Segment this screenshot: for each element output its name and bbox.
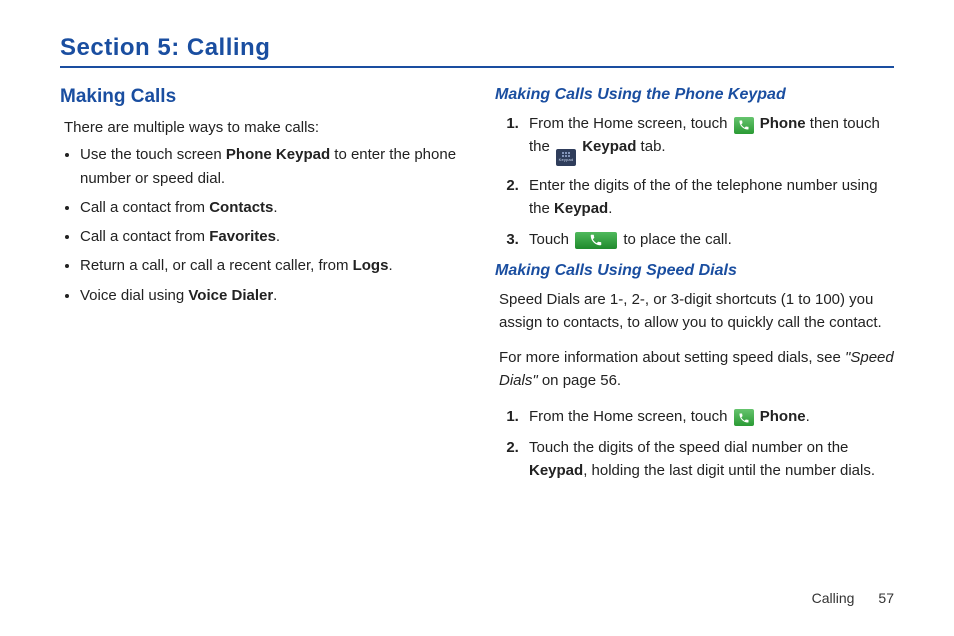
- bullet-item: Return a call, or call a recent caller, …: [80, 254, 459, 277]
- bullet-item: Use the touch screen Phone Keypad to ent…: [80, 143, 459, 190]
- more-post: on page 56.: [538, 372, 621, 389]
- bullet-text: Voice dial using: [80, 287, 188, 304]
- step-bold: Keypad: [582, 138, 636, 155]
- keypad-steps: From the Home screen, touch Phone then t…: [501, 112, 894, 252]
- bullet-item: Voice dial using Voice Dialer.: [80, 284, 459, 307]
- bullet-text: Call a contact from: [80, 228, 209, 245]
- step-text: .: [806, 408, 810, 425]
- step-bold: Keypad: [529, 462, 583, 479]
- step-item: From the Home screen, touch Phone then t…: [523, 112, 894, 166]
- bullet-bold: Contacts: [209, 199, 273, 216]
- bullet-text: Use the touch screen: [80, 146, 226, 163]
- step-text: , holding the last digit until the numbe…: [583, 462, 875, 479]
- bullet-item: Call a contact from Favorites.: [80, 225, 459, 248]
- bullet-text: .: [273, 199, 277, 216]
- speed-dial-intro: Speed Dials are 1-, 2-, or 3-digit short…: [499, 288, 894, 335]
- bullet-text: .: [273, 287, 277, 304]
- making-calls-bullets: Use the touch screen Phone Keypad to ent…: [66, 143, 459, 307]
- step-text: tab.: [636, 138, 665, 155]
- more-pre: For more information about setting speed…: [499, 349, 845, 366]
- step-text: Touch the digits of the speed dial numbe…: [529, 439, 848, 456]
- step-item: From the Home screen, touch Phone.: [523, 405, 894, 428]
- bullet-text: .: [388, 257, 392, 274]
- section-divider: [60, 66, 894, 68]
- step-text: Touch: [529, 231, 573, 248]
- phone-handset-icon: [734, 117, 754, 134]
- bullet-text: Call a contact from: [80, 199, 209, 216]
- speed-dial-steps: From the Home screen, touch Phone. Touch…: [501, 405, 894, 483]
- step-text: From the Home screen, touch: [529, 115, 732, 132]
- phone-handset-icon: [734, 409, 754, 426]
- step-text: .: [608, 200, 612, 217]
- left-column: Making Calls There are multiple ways to …: [60, 86, 459, 492]
- bullet-bold: Phone Keypad: [226, 146, 330, 163]
- call-button-icon: [575, 232, 617, 249]
- bullet-bold: Favorites: [209, 228, 276, 245]
- manual-page: Section 5: Calling Making Calls There ar…: [0, 0, 954, 636]
- bullet-text: Return a call, or call a recent caller, …: [80, 257, 353, 274]
- bullet-bold: Logs: [353, 257, 389, 274]
- section-title: Section 5: Calling: [60, 34, 894, 62]
- making-calls-intro: There are multiple ways to make calls:: [64, 116, 459, 139]
- making-calls-heading: Making Calls: [60, 86, 459, 108]
- step-bold: Phone: [760, 115, 806, 132]
- page-footer: Calling 57: [812, 590, 894, 606]
- step-item: Enter the digits of the of the telephone…: [523, 174, 894, 221]
- step-item: Touch to place the call.: [523, 228, 894, 251]
- step-item: Touch the digits of the speed dial numbe…: [523, 436, 894, 483]
- right-column: Making Calls Using the Phone Keypad From…: [495, 86, 894, 492]
- step-bold: Keypad: [554, 200, 608, 217]
- bullet-item: Call a contact from Contacts.: [80, 196, 459, 219]
- two-column-layout: Making Calls There are multiple ways to …: [60, 86, 894, 492]
- keypad-heading: Making Calls Using the Phone Keypad: [495, 86, 894, 104]
- footer-page-number: 57: [878, 590, 894, 606]
- footer-section-label: Calling: [812, 590, 855, 606]
- speed-dial-more: For more information about setting speed…: [499, 346, 894, 393]
- bullet-bold: Voice Dialer: [188, 287, 273, 304]
- step-text: to place the call.: [619, 231, 732, 248]
- keypad-tab-icon: Keypad: [556, 149, 576, 166]
- step-bold: Phone: [760, 408, 806, 425]
- speed-dial-heading: Making Calls Using Speed Dials: [495, 262, 894, 280]
- step-text: From the Home screen, touch: [529, 408, 732, 425]
- bullet-text: .: [276, 228, 280, 245]
